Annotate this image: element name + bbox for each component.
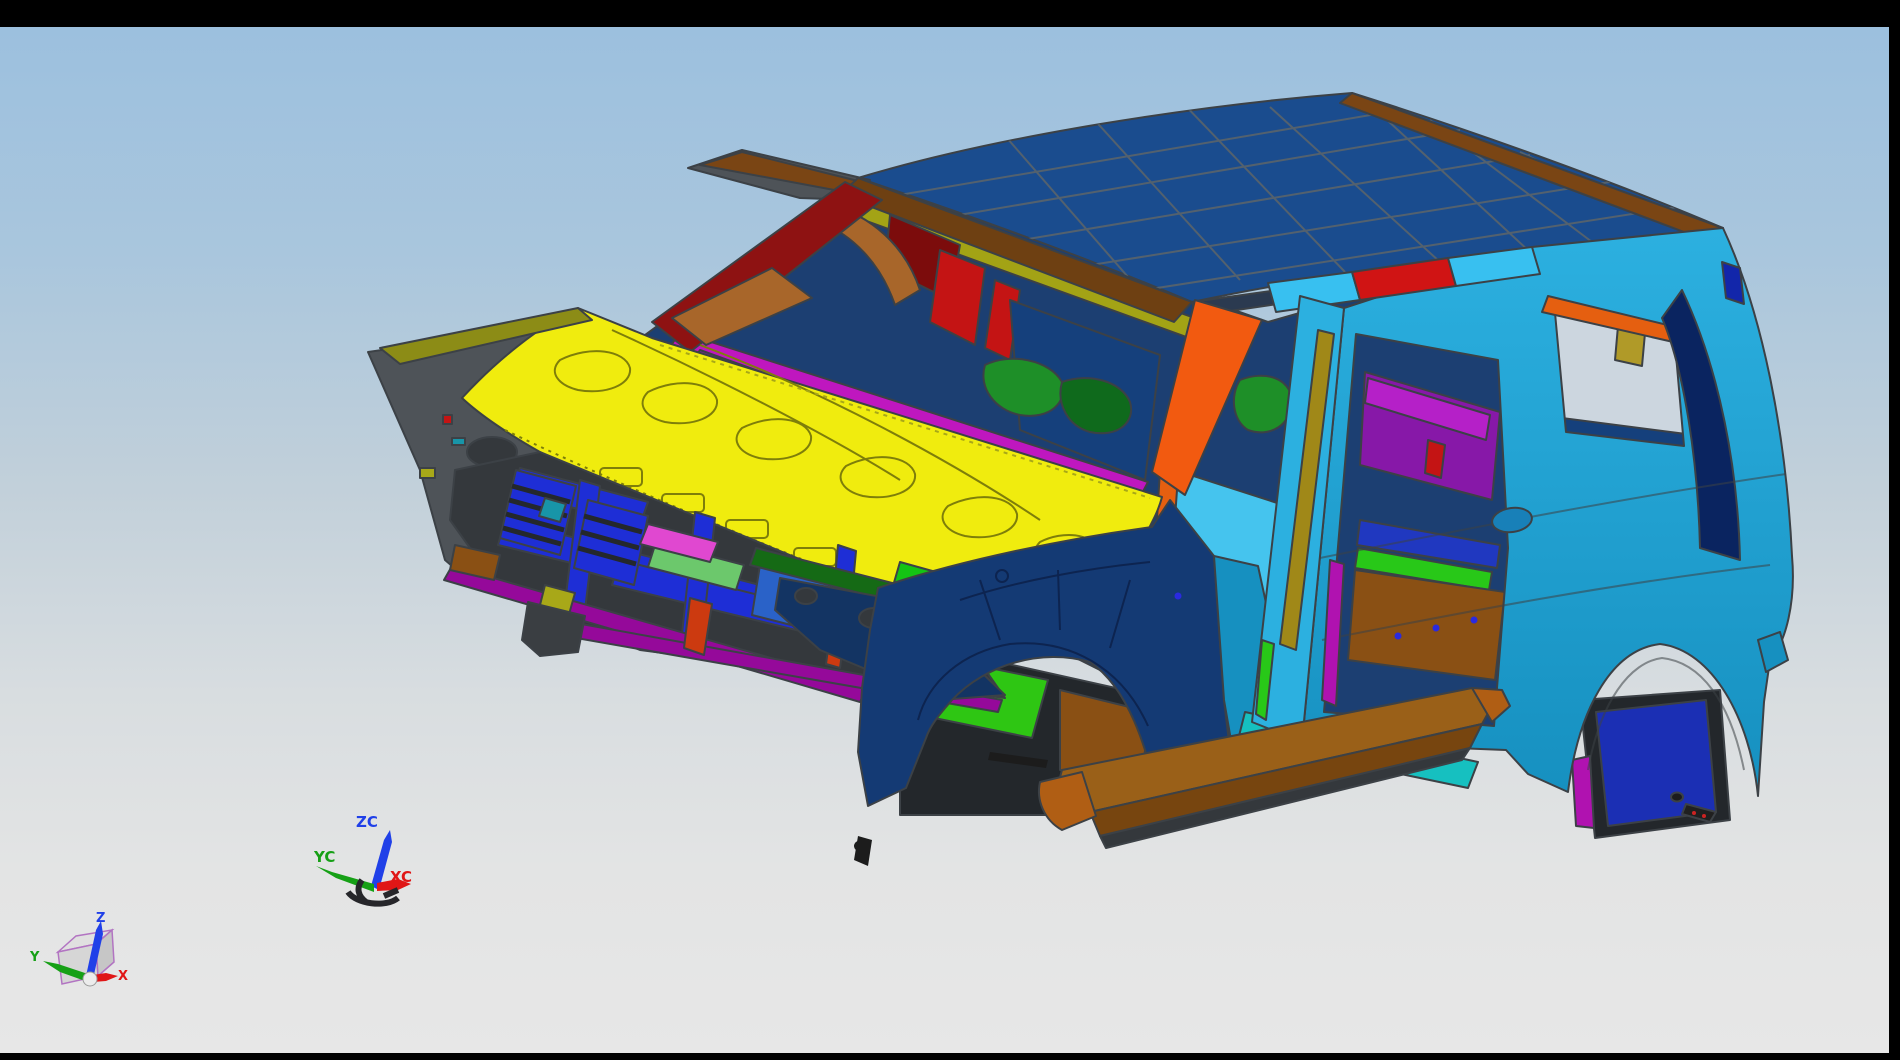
car-body-model[interactable] (368, 93, 1793, 866)
abs-x-label: X (118, 969, 128, 984)
wcs-y-label: YC (313, 848, 335, 866)
corner-teal-clip[interactable] (452, 438, 465, 445)
wcs-triad[interactable]: ZC YC XC (313, 813, 412, 904)
graphics-viewport[interactable]: ZC YC XC Z Y X (0, 0, 1900, 1060)
rear-arch-magenta-sliver[interactable] (1572, 756, 1594, 828)
letterbox-bar-right (1889, 0, 1900, 1060)
frame-horn-hole-1 (795, 588, 817, 604)
liftgate-blue-sliver[interactable] (1722, 262, 1744, 304)
absolute-triad[interactable]: Z Y X (29, 911, 128, 986)
rear-red-sliver[interactable] (1425, 440, 1445, 478)
wcs-y-axis[interactable] (316, 866, 374, 892)
corner-olive-clip[interactable] (420, 468, 435, 478)
second-row-seat[interactable] (1234, 376, 1292, 433)
wcs-x-label: XC (390, 868, 412, 886)
wcs-z-label: ZC (356, 813, 378, 831)
abs-origin-ball[interactable] (83, 972, 97, 986)
corner-red-clip[interactable] (443, 415, 452, 424)
abs-z-label: Z (96, 911, 105, 926)
abs-y-label: Y (29, 950, 40, 965)
letterbox-bar-bottom (0, 1053, 1900, 1060)
debris-bolt[interactable] (1671, 793, 1683, 802)
application-window: ZC YC XC Z Y X (0, 0, 1900, 1060)
letterbox-bar-top (0, 0, 1900, 27)
